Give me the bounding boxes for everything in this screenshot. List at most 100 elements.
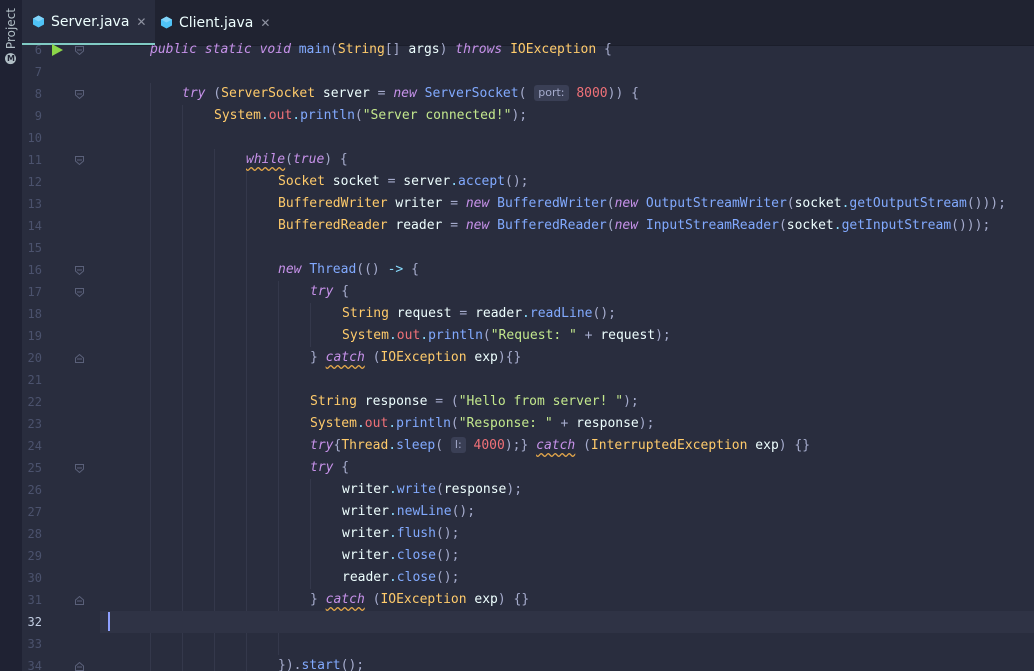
code-token: {: [596, 42, 612, 57]
code-line[interactable]: } catch (IOException exp) {}: [100, 589, 1034, 611]
code-token: .: [833, 218, 842, 233]
code-line[interactable]: writer.write(response);: [100, 479, 1034, 501]
code-line[interactable]: }).start();: [100, 655, 1034, 671]
code-line[interactable]: } catch (IOException exp){}: [100, 347, 1034, 369]
tool-window-sidebar: M Project: [0, 0, 23, 671]
fold-icon[interactable]: [75, 354, 84, 363]
fold-icon[interactable]: [75, 46, 84, 55]
code-area[interactable]: public static void main(String[] args) t…: [100, 42, 1034, 671]
tab-label: Client.java: [179, 14, 254, 31]
code-line[interactable]: System.out.println("Server connected!");: [100, 105, 1034, 127]
code-token: IOException: [380, 350, 467, 365]
code-line[interactable]: System.out.println("Request: " + request…: [100, 325, 1034, 347]
close-icon[interactable]: ✕: [260, 16, 270, 30]
code-token: flush: [396, 526, 436, 541]
code-line[interactable]: try (ServerSocket server = new ServerSoc…: [100, 83, 1034, 105]
code-line[interactable]: new Thread(() -> {: [100, 259, 1034, 281]
line-number: 14: [27, 219, 42, 233]
code-token: accept: [458, 174, 506, 189]
code-line[interactable]: [100, 127, 1034, 149]
code-token: out: [268, 108, 293, 123]
code-token: (: [778, 218, 787, 233]
code-token: sleep: [396, 438, 436, 453]
code-token: ServerSocket: [221, 86, 316, 101]
code-line[interactable]: writer.newLine();: [100, 501, 1034, 523]
code-token: new: [393, 86, 417, 101]
code-line[interactable]: Socket socket = server.accept();: [100, 171, 1034, 193]
code-token: new: [278, 262, 302, 277]
code-token: );: [638, 416, 655, 431]
code-token: );: [506, 482, 523, 497]
code-line[interactable]: [100, 237, 1034, 259]
fold-icon[interactable]: [75, 90, 84, 99]
code-token: catch: [536, 438, 576, 453]
code-line[interactable]: try {: [100, 281, 1034, 303]
code-token: String: [310, 394, 357, 409]
fold-icon[interactable]: [75, 288, 84, 297]
code-token: try: [310, 438, 334, 453]
code-token: newLine: [396, 504, 452, 519]
code-token: InputStreamReader: [645, 218, 779, 233]
code-line[interactable]: [100, 611, 1034, 633]
code-token: exp: [474, 350, 498, 365]
code-token: println: [396, 416, 451, 431]
line-number: 9: [34, 109, 42, 123]
code-token: {: [333, 460, 350, 475]
code-token: close: [396, 548, 436, 563]
code-line[interactable]: BufferedReader reader = new BufferedRead…: [100, 215, 1034, 237]
fold-icon[interactable]: [75, 662, 84, 671]
code-token: )) {: [607, 86, 639, 101]
line-number: 27: [27, 505, 42, 519]
fold-icon[interactable]: [75, 596, 84, 605]
code-editor[interactable]: 6 7 8 9 10 11 12 13 14 15 16 17 18 19 20 21 22 23 24 25 26 27…: [22, 42, 1034, 671]
code-line[interactable]: [100, 633, 1034, 655]
code-token: getOutputStream: [849, 196, 967, 211]
line-number: 23: [27, 417, 42, 431]
code-token: request: [396, 306, 452, 321]
code-line[interactable]: BufferedWriter writer = new BufferedWrit…: [100, 193, 1034, 215]
code-line[interactable]: try {: [100, 457, 1034, 479]
code-token: main: [298, 42, 331, 57]
code-line[interactable]: public static void main(String[] args) t…: [100, 39, 1034, 61]
code-line[interactable]: reader.close();: [100, 567, 1034, 589]
code-token: =: [369, 86, 394, 101]
fold-icon[interactable]: [75, 266, 84, 275]
code-token: reader: [475, 306, 523, 321]
code-token: ) {: [324, 152, 348, 167]
code-token: .: [356, 416, 365, 431]
code-token: System: [310, 416, 357, 431]
code-line[interactable]: String response = ("Hello from server! "…: [100, 391, 1034, 413]
code-line[interactable]: [100, 369, 1034, 391]
code-token: (: [435, 482, 444, 497]
code-line[interactable]: try{Thread.sleep( l: 4000);} catch (Inte…: [100, 435, 1034, 457]
project-tool-button[interactable]: M Project: [4, 8, 18, 65]
line-number: 18: [27, 307, 42, 321]
code-token: 8000: [576, 86, 608, 101]
code-line[interactable]: while(true) {: [100, 149, 1034, 171]
run-icon[interactable]: [52, 44, 63, 56]
code-token: "Response: ": [458, 416, 553, 431]
code-token: writer: [342, 526, 389, 541]
code-line[interactable]: String request = reader.readLine();: [100, 303, 1034, 325]
fold-icon[interactable]: [75, 464, 84, 473]
line-number: 30: [27, 571, 42, 585]
code-token: .: [388, 570, 397, 585]
code-token: socket: [332, 174, 380, 189]
code-line[interactable]: [100, 61, 1034, 83]
fold-icon[interactable]: [75, 156, 84, 165]
code-token: out: [396, 328, 421, 343]
code-token: writer: [342, 548, 389, 563]
code-line[interactable]: writer.close();: [100, 545, 1034, 567]
line-number: 22: [27, 395, 42, 409]
close-icon[interactable]: ✕: [136, 15, 146, 29]
code-line[interactable]: writer.flush();: [100, 523, 1034, 545]
code-token: exp: [755, 438, 779, 453]
code-token: getInputStream: [841, 218, 952, 233]
line-number: 26: [27, 483, 42, 497]
line-number: 19: [27, 329, 42, 343]
code-line[interactable]: System.out.println("Response: " + respon…: [100, 413, 1034, 435]
